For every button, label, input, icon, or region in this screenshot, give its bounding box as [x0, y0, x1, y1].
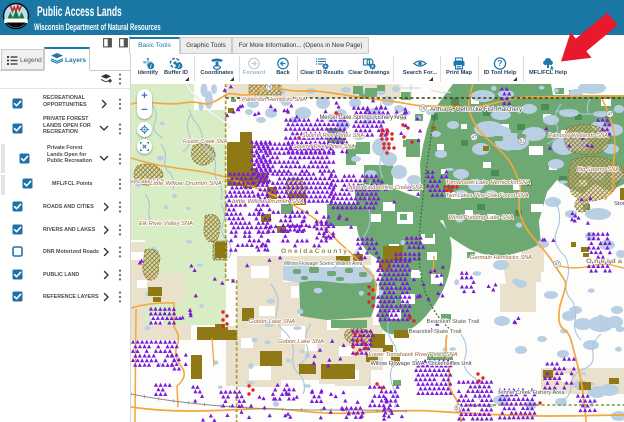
svg-text:Mercer Lake Springs Fishery Ar: Mercer Lake Springs Fishery Area — [320, 115, 408, 121]
svg-text:Little Willow Drumlin SNA: Little Willow Drumlin SNA — [232, 199, 304, 205]
svg-text:Willow Flowage SWA - Dickensif: Willow Flowage SWA - Dickensifles Unit — [371, 361, 472, 367]
svg-text:Lower Tomahawk River Pines SNA: Lower Tomahawk River Pines SNA — [369, 352, 458, 358]
svg-text:Stone L: Stone L — [614, 201, 624, 207]
svg-text:Rainbow Wetlands SNA: Rainbow Wetlands SNA — [548, 133, 608, 139]
svg-text:Squirrel River Pines SNA: Squirrel River Pines SNA — [293, 144, 355, 150]
svg-text:Bearskin State Trail: Bearskin State Trail — [409, 329, 462, 335]
svg-text:Patterson Hemlocks SNA: Patterson Hemlocks SNA — [242, 97, 306, 103]
svg-text:47: 47 — [555, 262, 560, 267]
svg-text:51: 51 — [456, 406, 461, 411]
svg-text:51: 51 — [520, 139, 525, 144]
svg-text:Gobler Lake SNA: Gobler Lake SNA — [278, 339, 324, 345]
svg-text:O n e i d a C o u n t y: O n e i d a C o u n t y — [281, 248, 348, 255]
svg-text:Big Swamp SNA: Big Swamp SNA — [577, 167, 619, 173]
svg-text:Gobler Lake SNA: Gobler Lake SNA — [249, 319, 295, 325]
svg-text:Bearskin State Trail: Bearskin State Trail — [427, 319, 480, 325]
svg-text:70: 70 — [267, 85, 272, 90]
svg-text:O n e i d a: O n e i d a — [586, 258, 623, 265]
svg-text:Arthur A. Oehmcke Fish Hatcher: Arthur A. Oehmcke Fish Hatchery — [430, 107, 522, 113]
svg-text:?: ? — [498, 59, 503, 68]
svg-text:70: 70 — [421, 106, 426, 111]
svg-text:Elk River Valley SNA: Elk River Valley SNA — [139, 221, 193, 227]
svg-text:Little Willow Drumlin SNA: Little Willow Drumlin SNA — [150, 181, 222, 187]
svg-text:Tomahawk Lake Hemlocks SNA: Tomahawk Lake Hemlocks SNA — [446, 180, 531, 186]
svg-text:Wind Pudding Lake SNA: Wind Pudding Lake SNA — [449, 215, 514, 221]
svg-text:Jennie Creek Fishery Area: Jennie Creek Fishery Area — [498, 390, 566, 396]
svg-text:47: 47 — [472, 135, 477, 140]
svg-text:Two Lakes Pine-Oak Forest SNA: Two Lakes Pine-Oak Forest SNA — [446, 193, 529, 199]
svg-text:Germain Hemlocks SNA: Germain Hemlocks SNA — [470, 255, 532, 261]
svg-text:Squirrel River Pines SNA: Squirrel River Pines SNA — [302, 133, 364, 139]
svg-text:Foulds Creek SNA: Foulds Creek SNA — [183, 139, 227, 145]
svg-text:Upper Kaubashine Creek SNA: Upper Kaubashine Creek SNA — [347, 185, 423, 191]
svg-text:47: 47 — [608, 112, 613, 117]
svg-text:Willow Flowage Scenic Waters A: Willow Flowage Scenic Waters Area — [284, 261, 364, 267]
